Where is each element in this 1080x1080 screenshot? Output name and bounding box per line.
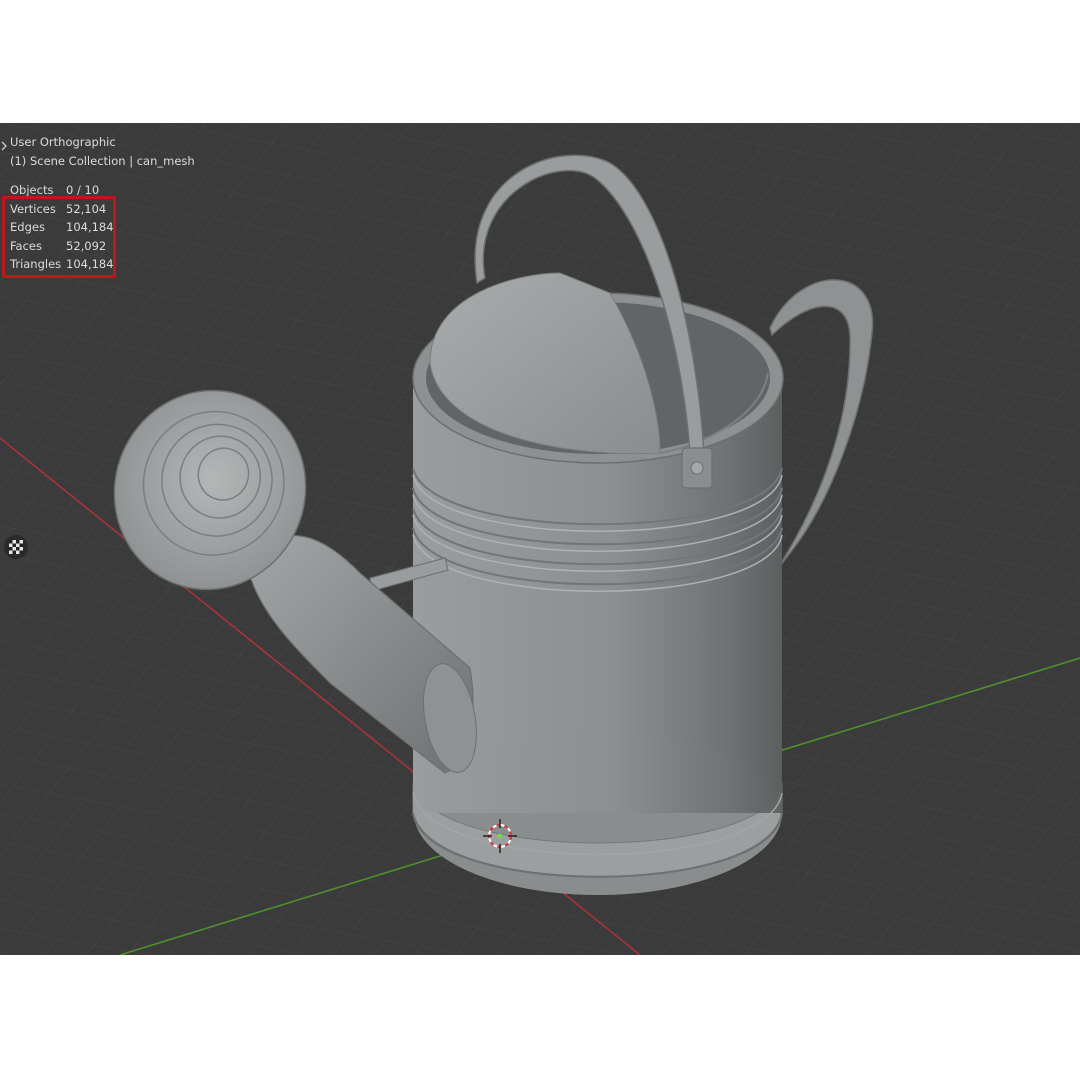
3d-viewport[interactable]: User Orthographic (1) Scene Collection |… <box>0 123 1080 955</box>
checker-toggle-icon[interactable] <box>4 535 28 559</box>
stats-highlight-box <box>2 196 116 278</box>
viewport-scene <box>0 123 1080 955</box>
collection-label: (1) Scene Collection | can_mesh <box>10 154 195 168</box>
view-name-label: User Orthographic <box>10 135 116 149</box>
chevron-right-icon[interactable] <box>0 140 8 152</box>
